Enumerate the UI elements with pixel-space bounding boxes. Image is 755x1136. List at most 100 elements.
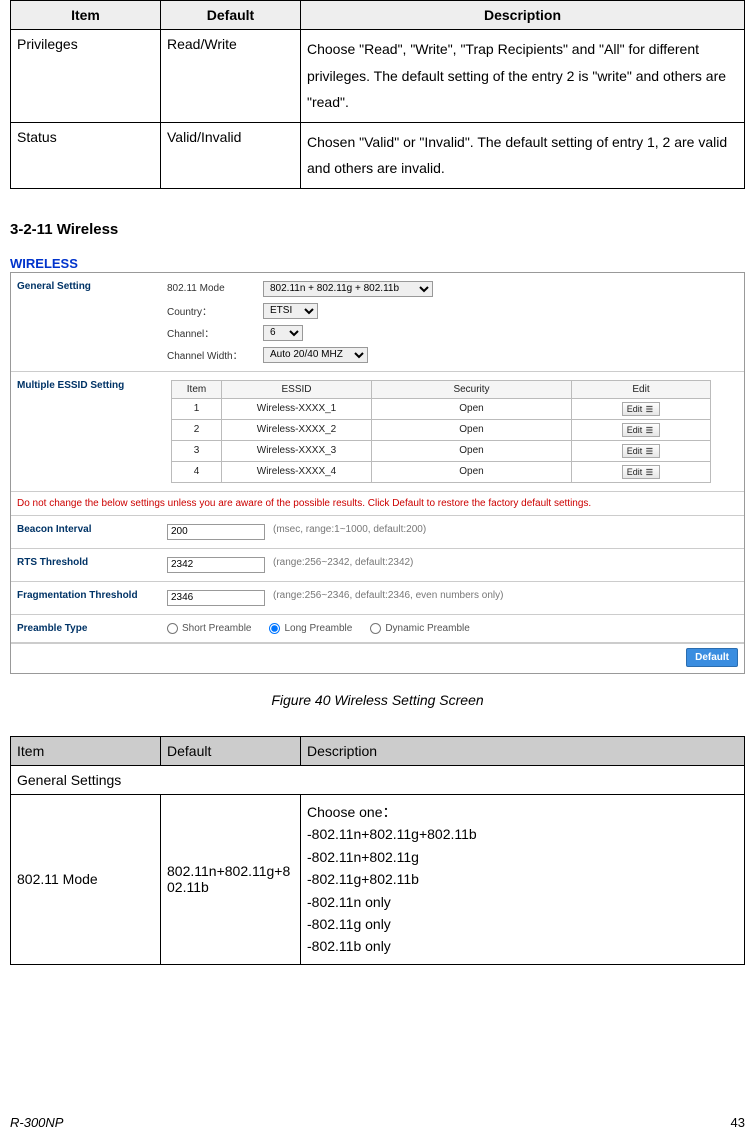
general-setting-row: General Setting 802.11 Mode 802.11n + 80…: [11, 273, 744, 372]
rts-label: RTS Threshold: [17, 557, 167, 573]
cell-description: Choose "Read", "Write", "Trap Recipients…: [301, 30, 745, 123]
edit-button[interactable]: Edit: [622, 465, 661, 479]
essid-table: Item ESSID Security Edit 1Wireless-XXXX_…: [171, 380, 711, 483]
preamble-long-radio[interactable]: [269, 623, 280, 634]
essid-cell-item: 4: [172, 461, 222, 482]
edit-button[interactable]: Edit: [622, 402, 661, 416]
channel-select[interactable]: 6: [263, 325, 303, 341]
cell-item: 802.11 Mode: [11, 794, 161, 964]
desc-line: -802.11g+802.11b: [307, 868, 738, 890]
country-label: Country：: [167, 303, 257, 318]
th2-description: Description: [301, 736, 745, 765]
width-label: Channel Width：: [167, 347, 257, 362]
figure-caption: Figure 40 Wireless Setting Screen: [10, 692, 745, 708]
essid-row: 4Wireless-XXXX_4Open Edit: [172, 461, 711, 482]
essid-cell-item: 3: [172, 440, 222, 461]
list-icon: [645, 467, 655, 477]
edit-label: Edit: [627, 425, 643, 435]
edit-label: Edit: [627, 446, 643, 456]
cell-default: 802.11n+802.11g+802.11b: [161, 794, 301, 964]
table-row: 802.11 Mode 802.11n+802.11g+802.11b Choo…: [11, 794, 745, 964]
wireless-panel: General Setting 802.11 Mode 802.11n + 80…: [10, 272, 745, 674]
footer-page-number: 43: [731, 1115, 745, 1130]
essid-cell-item: 2: [172, 419, 222, 440]
cell-description: Chosen "Valid" or "Invalid". The default…: [301, 122, 745, 188]
section-heading: 3-2-11 Wireless: [10, 221, 745, 238]
essid-cell-name: Wireless-XXXX_1: [222, 398, 372, 419]
preamble-long-option[interactable]: Long Preamble: [269, 623, 352, 634]
rts-input[interactable]: [167, 557, 265, 573]
cell-item: Status: [11, 122, 161, 188]
essid-th-essid: ESSID: [222, 380, 372, 398]
width-select[interactable]: Auto 20/40 MHZ: [263, 347, 368, 363]
essid-setting-row: Multiple ESSID Setting Item ESSID Securi…: [11, 372, 744, 492]
default-button[interactable]: Default: [686, 648, 738, 667]
essid-cell-name: Wireless-XXXX_3: [222, 440, 372, 461]
essid-cell-name: Wireless-XXXX_2: [222, 419, 372, 440]
desc-intro: Choose one：: [307, 801, 738, 823]
edit-button[interactable]: Edit: [622, 423, 661, 437]
country-select[interactable]: ETSI: [263, 303, 318, 319]
edit-label: Edit: [627, 467, 643, 477]
desc-line: -802.11g only: [307, 913, 738, 935]
general-setting-label: General Setting: [17, 281, 167, 363]
th2-default: Default: [161, 736, 301, 765]
essid-cell-name: Wireless-XXXX_4: [222, 461, 372, 482]
channel-label: Channel：: [167, 325, 257, 340]
th-default: Default: [161, 1, 301, 30]
essid-cell-security: Open: [372, 398, 572, 419]
cell-default: Valid/Invalid: [161, 122, 301, 188]
rts-hint: (range:256~2342, default:2342): [273, 557, 413, 573]
essid-cell-security: Open: [372, 440, 572, 461]
wireless-title: WIRELESS: [10, 256, 745, 271]
warning-text: Do not change the below settings unless …: [11, 492, 744, 516]
essid-cell-security: Open: [372, 461, 572, 482]
beacon-hint: (msec, range:1~1000, default:200): [273, 524, 426, 540]
preamble-row: Preamble Type Short Preamble Long Preamb…: [11, 615, 744, 643]
bottom-description-table: Item Default Description General Setting…: [10, 736, 745, 965]
cell-description: Choose one： -802.11n+802.11g+802.11b -80…: [301, 794, 745, 964]
essid-cell-item: 1: [172, 398, 222, 419]
th-description: Description: [301, 1, 745, 30]
preamble-label: Preamble Type: [17, 623, 167, 634]
th-item: Item: [11, 1, 161, 30]
essid-th-item: Item: [172, 380, 222, 398]
essid-th-security: Security: [372, 380, 572, 398]
preamble-dynamic-option[interactable]: Dynamic Preamble: [370, 623, 469, 634]
beacon-label: Beacon Interval: [17, 524, 167, 540]
mode-select[interactable]: 802.11n + 802.11g + 802.11b: [263, 281, 433, 297]
essid-cell-security: Open: [372, 419, 572, 440]
cell-item: Privileges: [11, 30, 161, 123]
page-footer: R-300NP 43: [10, 1115, 745, 1130]
essid-row: 3Wireless-XXXX_3Open Edit: [172, 440, 711, 461]
essid-row: 1Wireless-XXXX_1Open Edit: [172, 398, 711, 419]
frag-hint: (range:256~2346, default:2346, even numb…: [273, 590, 503, 606]
edit-label: Edit: [627, 404, 643, 414]
frag-input[interactable]: [167, 590, 265, 606]
list-icon: [645, 404, 655, 414]
preamble-short-option[interactable]: Short Preamble: [167, 623, 251, 634]
footer-model: R-300NP: [10, 1115, 63, 1130]
preamble-dynamic-radio[interactable]: [370, 623, 381, 634]
desc-line: -802.11n+802.11g: [307, 846, 738, 868]
beacon-input[interactable]: [167, 524, 265, 540]
general-settings-section: General Settings: [11, 765, 745, 794]
essid-th-edit: Edit: [572, 380, 711, 398]
preamble-dynamic-label: Dynamic Preamble: [385, 623, 469, 634]
list-icon: [645, 446, 655, 456]
rts-row: RTS Threshold (range:256~2342, default:2…: [11, 549, 744, 582]
th2-item: Item: [11, 736, 161, 765]
top-description-table: Item Default Description Privileges Read…: [10, 0, 745, 189]
list-icon: [645, 425, 655, 435]
table-row: Status Valid/Invalid Chosen "Valid" or "…: [11, 122, 745, 188]
mode-label: 802.11 Mode: [167, 283, 257, 294]
preamble-short-radio[interactable]: [167, 623, 178, 634]
frag-row: Fragmentation Threshold (range:256~2346,…: [11, 582, 744, 615]
essid-label: Multiple ESSID Setting: [17, 380, 167, 483]
essid-row: 2Wireless-XXXX_2Open Edit: [172, 419, 711, 440]
desc-line: -802.11b only: [307, 935, 738, 957]
preamble-short-label: Short Preamble: [182, 623, 251, 634]
edit-button[interactable]: Edit: [622, 444, 661, 458]
desc-line: -802.11n+802.11g+802.11b: [307, 823, 738, 845]
table-row: Privileges Read/Write Choose "Read", "Wr…: [11, 30, 745, 123]
